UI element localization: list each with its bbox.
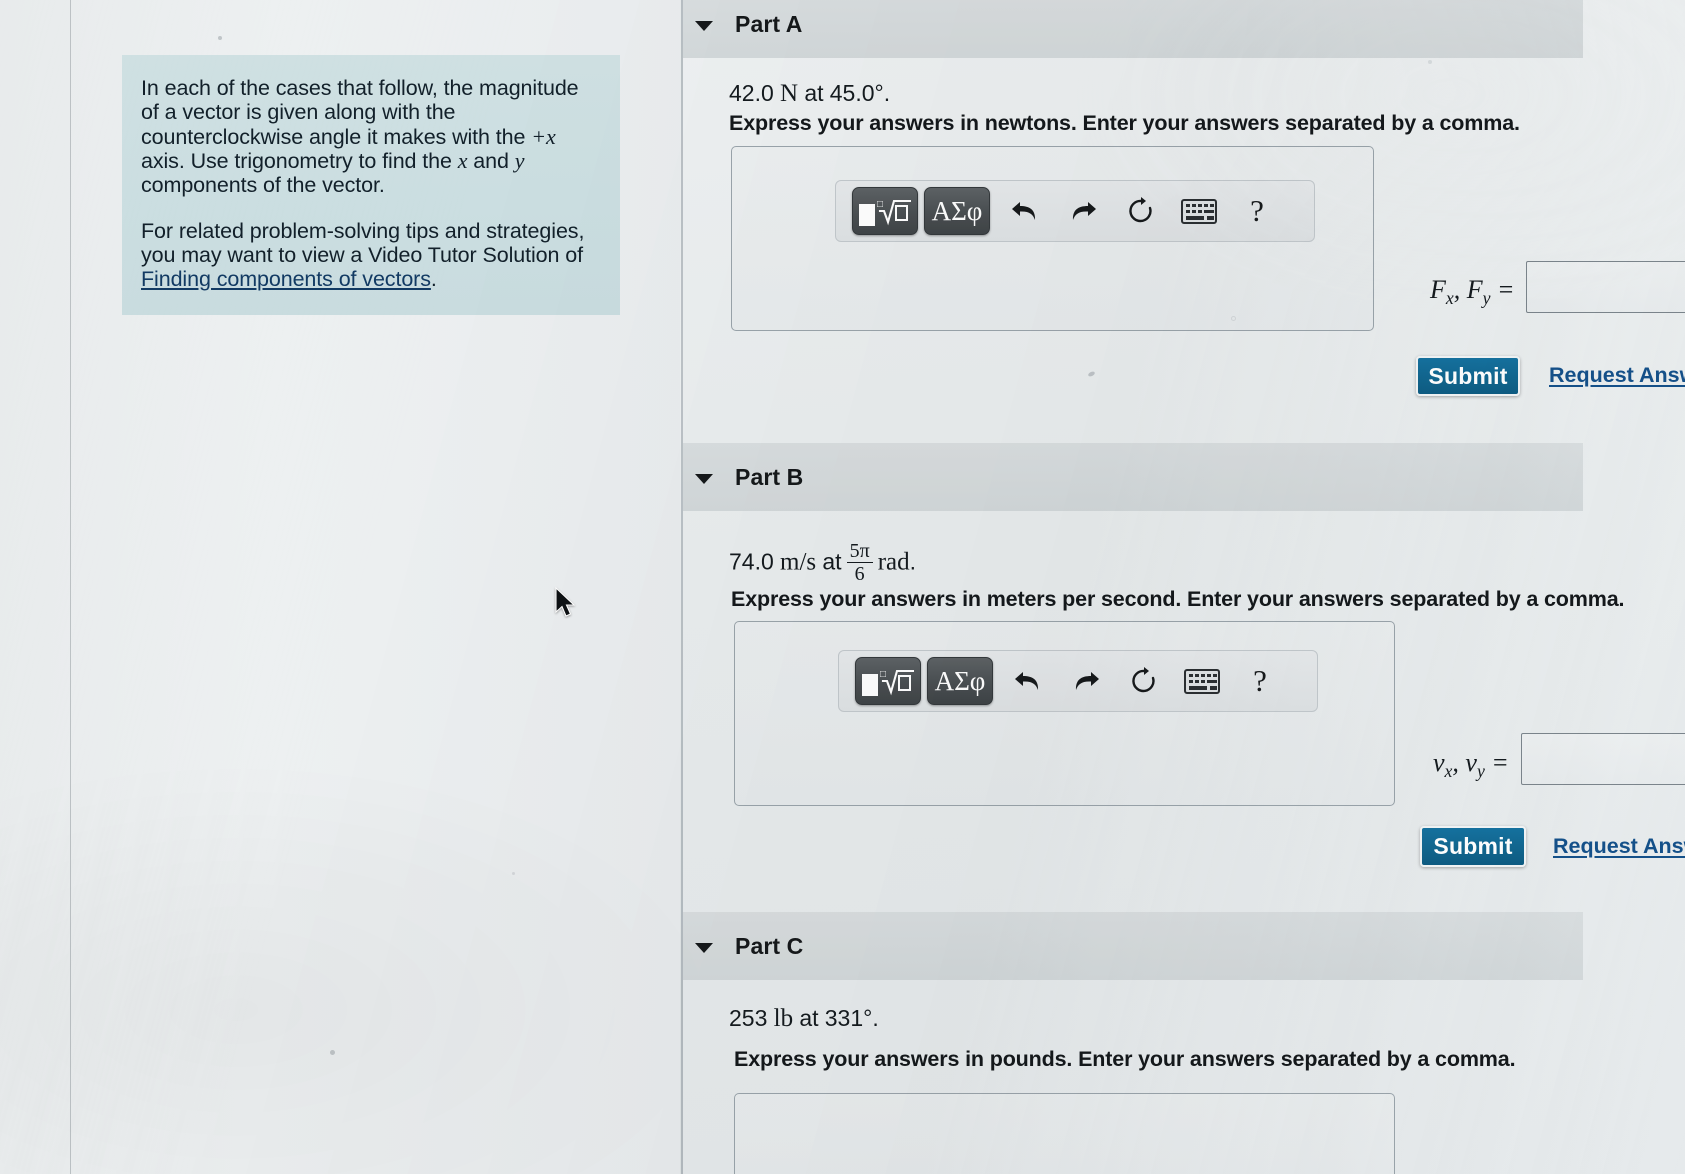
intro-paragraph-1: In each of the cases that follow, the ma… xyxy=(141,76,598,198)
part-title-a: Part A xyxy=(735,10,803,37)
intro-text-2a: For related problem-solving tips and str… xyxy=(141,218,585,267)
reset-icon-a[interactable] xyxy=(1112,186,1170,236)
math-template-button-a[interactable]: □ xyxy=(852,187,918,235)
math-template-button-b[interactable]: □ xyxy=(855,657,921,705)
vx-symbol: v xyxy=(1433,748,1445,777)
question-text-a: 42.0 N at 45.0°. xyxy=(729,80,890,108)
question-period-c: . xyxy=(872,1005,879,1031)
redo-icon-a[interactable] xyxy=(1054,186,1112,236)
answer-widget-c xyxy=(734,1093,1395,1174)
vy-symbol: v xyxy=(1465,748,1477,777)
magnitude-a: 42.0 xyxy=(729,80,774,106)
svg-text:□: □ xyxy=(877,199,883,210)
answer-input-b[interactable] xyxy=(1521,733,1685,785)
intro-text-1b: axis. Use trigonometry to find the xyxy=(141,149,458,174)
instruction-a: Express your answers in newtons. Enter y… xyxy=(729,111,1520,135)
request-answer-link-b[interactable]: Request Answer xyxy=(1553,834,1685,859)
help-icon-a[interactable]: ? xyxy=(1228,186,1286,236)
equals-sign-b: = xyxy=(1491,748,1509,777)
math-toolbar-a: □ ΑΣφ ? xyxy=(835,180,1315,242)
fx-subscript: x xyxy=(1445,288,1454,309)
equals-sign-a: = xyxy=(1496,275,1515,304)
angle-fraction-b: 5π 6 xyxy=(846,540,873,584)
mouse-cursor xyxy=(555,586,576,617)
square-root-icon-a: □ xyxy=(859,196,911,226)
photo-speck xyxy=(1087,370,1096,378)
angle-c: 331° xyxy=(824,1005,873,1031)
answer-label-b: vx, vy = xyxy=(1433,748,1509,782)
instruction-b: Express your answers in meters per secon… xyxy=(731,587,1625,611)
angle-numerator-b: 5π xyxy=(849,540,870,562)
part-title-b: Part B xyxy=(735,463,804,490)
reset-icon-b[interactable] xyxy=(1115,656,1173,706)
video-tutor-link[interactable]: Finding components of vectors xyxy=(141,267,431,291)
magnitude-b: 74.0 xyxy=(729,548,774,575)
redo-icon-b[interactable] xyxy=(1057,656,1115,706)
vx-subscript: x xyxy=(1444,761,1453,782)
intro-text-2b: . xyxy=(430,266,437,291)
fy-subscript: y xyxy=(1482,288,1491,309)
fy-symbol: F xyxy=(1466,275,1483,304)
submit-button-b[interactable]: Submit xyxy=(1420,826,1526,867)
photo-speck xyxy=(1428,60,1432,64)
screenshot-page: In each of the cases that follow, the ma… xyxy=(0,0,1685,1174)
left-margin-rule xyxy=(70,0,71,1174)
part-title-c: Part C xyxy=(735,932,804,959)
submit-button-a[interactable]: Submit xyxy=(1416,356,1520,396)
at-word-a: at xyxy=(804,80,824,106)
greek-symbols-button-b[interactable]: ΑΣφ xyxy=(927,657,993,705)
at-word-b: at xyxy=(822,548,842,575)
instruction-c: Express your answers in pounds. Enter yo… xyxy=(734,1047,1516,1071)
request-answer-link-a[interactable]: Request Answer xyxy=(1549,363,1685,388)
math-toolbar-b: □ ΑΣφ ? xyxy=(838,650,1318,712)
question-text-c: 253 lb at 331°. xyxy=(729,1005,879,1033)
angle-unit-b: rad xyxy=(877,548,910,576)
intro-text-1d: components of the vector. xyxy=(141,173,385,198)
photo-speck xyxy=(512,872,515,875)
part-header-a[interactable]: Part A xyxy=(683,0,1583,58)
square-root-icon-b: □ xyxy=(862,666,914,696)
keyboard-icon-b[interactable] xyxy=(1173,656,1231,706)
x-symbol: x xyxy=(457,148,468,174)
greek-symbols-button-a[interactable]: ΑΣφ xyxy=(924,187,990,235)
answer-widget-b: □ ΑΣφ ? xyxy=(734,621,1395,806)
undo-icon-b[interactable] xyxy=(999,656,1057,706)
at-word-c: at xyxy=(799,1005,819,1031)
magnitude-unit-c: lb xyxy=(773,1005,794,1032)
keyboard-glyph-a xyxy=(1181,198,1217,224)
plus-x-axis-symbol: +x xyxy=(531,123,556,149)
answer-widget-a: □ ΑΣφ ? xyxy=(731,146,1374,331)
photo-speck xyxy=(330,1050,335,1055)
angle-a: 45.0° xyxy=(829,80,884,106)
part-header-c[interactable]: Part C xyxy=(683,912,1583,980)
question-period-a: . xyxy=(883,80,891,106)
keyboard-glyph-b xyxy=(1184,668,1220,694)
vy-subscript: y xyxy=(1476,761,1485,782)
intro-text-1c: and xyxy=(467,149,515,174)
photo-speck xyxy=(1231,316,1236,321)
magnitude-unit-b: m/s xyxy=(780,548,817,576)
question-period-b: . xyxy=(909,548,916,575)
intro-text-1a: In each of the cases that follow, the ma… xyxy=(141,76,579,149)
chevron-down-icon-a[interactable] xyxy=(695,15,713,33)
fx-symbol: F xyxy=(1430,275,1446,304)
intro-paragraph-2: For related problem-solving tips and str… xyxy=(141,218,598,291)
chevron-down-icon-b[interactable] xyxy=(695,468,713,486)
magnitude-c: 253 xyxy=(729,1005,768,1031)
magnitude-unit-a: N xyxy=(780,80,799,107)
photo-speck xyxy=(218,36,222,40)
question-pane: Part A 42.0 N at 45.0°. Express your ans… xyxy=(683,0,1685,1174)
keyboard-icon-a[interactable] xyxy=(1170,186,1228,236)
angle-denominator-b: 6 xyxy=(846,562,873,584)
help-icon-b[interactable]: ? xyxy=(1231,656,1289,706)
part-header-b[interactable]: Part B xyxy=(683,443,1583,511)
answer-label-a: Fx, Fy = xyxy=(1430,275,1515,309)
answer-input-a[interactable] xyxy=(1526,261,1685,313)
question-text-b: 74.0 m/s at 5π 6 rad. xyxy=(729,541,916,584)
chevron-down-icon-c[interactable] xyxy=(695,937,713,955)
svg-text:□: □ xyxy=(880,669,886,680)
y-symbol: y xyxy=(514,148,525,174)
undo-icon-a[interactable] xyxy=(996,186,1054,236)
problem-intro-box: In each of the cases that follow, the ma… xyxy=(122,55,620,316)
